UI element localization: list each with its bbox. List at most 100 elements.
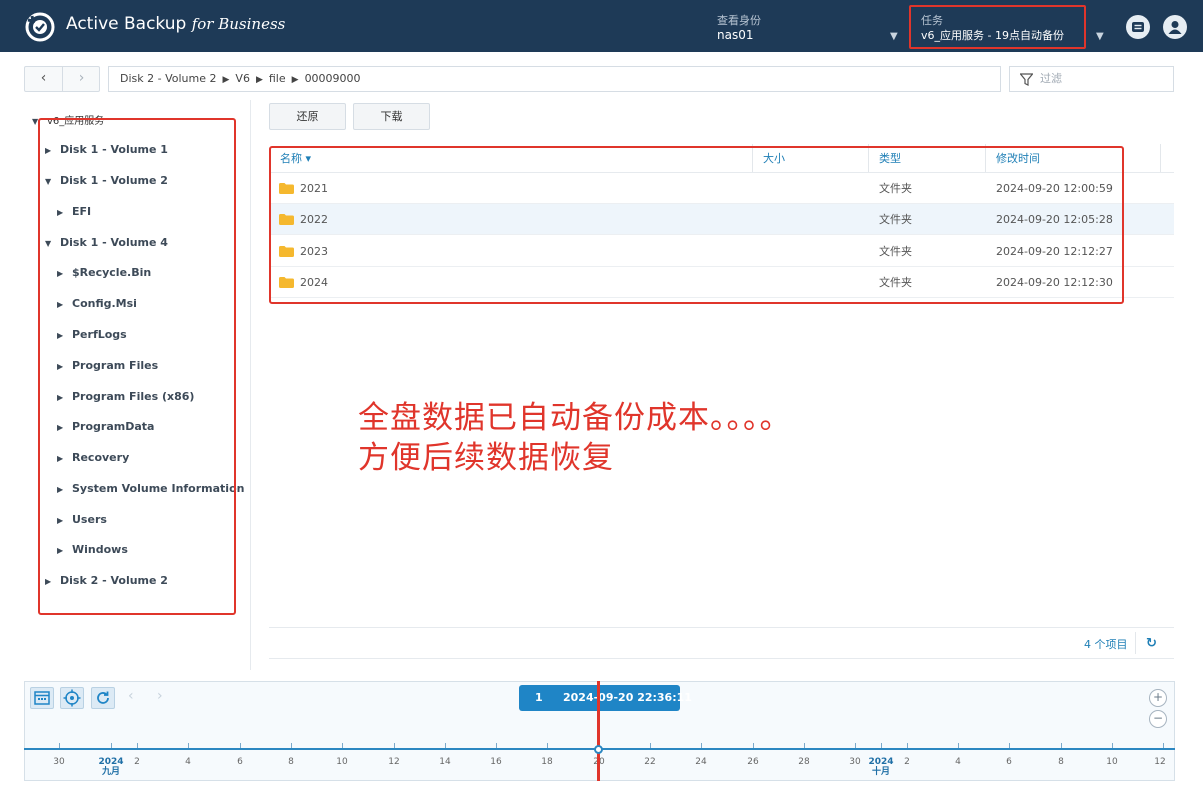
- timeline-tick-label: 24: [695, 757, 707, 767]
- forward-button[interactable]: ›: [63, 67, 100, 91]
- annotation-line-2: 方便后续数据恢复: [358, 440, 614, 476]
- breadcrumb-item[interactable]: V6: [235, 72, 250, 85]
- timeline-tick: [855, 743, 856, 748]
- refresh-list-icon[interactable]: ↻: [1146, 636, 1157, 651]
- history-nav: ‹ ›: [24, 66, 100, 92]
- refresh-icon: [97, 691, 109, 704]
- panel-bottom-divider: [269, 658, 1174, 659]
- locate-current-button[interactable]: [60, 687, 84, 709]
- download-button[interactable]: 下载: [353, 103, 430, 130]
- timeline-tick-label: 18: [541, 757, 553, 767]
- timeline-tick: [445, 743, 446, 748]
- panel-footer-divider: [269, 627, 1174, 628]
- timeline-tick-label: 4: [185, 757, 191, 767]
- user-menu-button[interactable]: [1163, 15, 1187, 39]
- timeline-tick-label: 8: [1058, 757, 1064, 767]
- task-value: v6_应用服务 - 19点自动备份: [921, 29, 1064, 42]
- breadcrumb-item[interactable]: file: [269, 72, 286, 85]
- timeline-tick-month: [881, 743, 882, 748]
- timeline-tick-label: 28: [798, 757, 810, 767]
- annotation-line-1: 全盘数据已自动备份成本。。。。: [358, 400, 792, 436]
- chevron-right-icon: ▶: [222, 75, 230, 85]
- timeline-tick: [291, 743, 292, 748]
- timeline-tick: [394, 743, 395, 748]
- column-divider: [1160, 144, 1161, 172]
- breadcrumb: Disk 2 - Volume 2 ▶ V6 ▶ file ▶ 00009000: [108, 66, 1001, 92]
- timeline-tick: [804, 743, 805, 748]
- version-datetime: 2024-09-20 22:36:11: [563, 691, 692, 704]
- timeline-cursor[interactable]: [597, 681, 600, 781]
- timeline-tick-month: [111, 743, 112, 748]
- timeline-tick-label: 26: [747, 757, 759, 767]
- user-icon: [1168, 21, 1182, 34]
- timeline-tick-label: 12: [1154, 757, 1166, 767]
- timeline-tick-label: 22: [644, 757, 656, 767]
- identity-dropdown-icon[interactable]: ▼: [890, 31, 898, 42]
- crosshair-icon: [63, 689, 81, 707]
- zoom-in-icon[interactable]: +: [1149, 689, 1167, 707]
- timeline-cursor-handle[interactable]: [594, 745, 603, 754]
- calendar-button[interactable]: [30, 687, 54, 709]
- timeline-prev-icon[interactable]: ‹: [128, 688, 134, 704]
- timeline-refresh-button[interactable]: [91, 687, 115, 709]
- timeline-tick-label: 8: [288, 757, 294, 767]
- timeline-tick: [753, 743, 754, 748]
- task-dropdown-icon[interactable]: ▼: [1096, 31, 1104, 42]
- timeline-tick-label: 14: [439, 757, 451, 767]
- version-number: 1: [535, 691, 543, 704]
- timeline-tick: [1061, 743, 1062, 748]
- timeline-tick-label: 4: [955, 757, 961, 767]
- filter-input[interactable]: 过滤: [1009, 66, 1174, 92]
- timeline-next-icon[interactable]: ›: [157, 688, 163, 704]
- timeline-tick: [240, 743, 241, 748]
- timeline-tick: [137, 743, 138, 748]
- timeline-tick-label: 30: [849, 757, 861, 767]
- breadcrumb-item[interactable]: Disk 2 - Volume 2: [120, 72, 217, 85]
- timeline-tick: [496, 743, 497, 748]
- task-label: 任务: [921, 14, 943, 27]
- active-backup-logo-icon: [25, 12, 55, 42]
- app-header: Active Backup for Business 查看身份 nas01 ▼ …: [0, 0, 1203, 52]
- message-icon: [1132, 22, 1144, 32]
- panel-divider: [250, 100, 251, 670]
- timeline-tick-label: 6: [1006, 757, 1012, 767]
- calendar-icon: [34, 691, 50, 705]
- timeline-tick-label: 10: [1106, 757, 1118, 767]
- timeline-tick: [1112, 743, 1113, 748]
- annotation-text: 全盘数据已自动备份成本。。。。 方便后续数据恢复: [358, 398, 792, 478]
- identity-label: 查看身份: [717, 14, 761, 27]
- zoom-out-icon[interactable]: −: [1149, 710, 1167, 728]
- timeline-tick-label: 30: [53, 757, 65, 767]
- timeline-month-marker: 2024 十月: [868, 757, 894, 777]
- timeline-tick: [701, 743, 702, 748]
- back-button[interactable]: ‹: [25, 67, 62, 91]
- identity-select[interactable]: nas01: [717, 28, 753, 42]
- chevron-right-icon: ▶: [255, 75, 263, 85]
- timeline-tick: [1009, 743, 1010, 748]
- timeline-tick-label: 6: [237, 757, 243, 767]
- timeline-tick: [907, 743, 908, 748]
- notification-button[interactable]: [1126, 15, 1150, 39]
- table-highlight-box: [269, 146, 1124, 304]
- breadcrumb-item[interactable]: 00009000: [305, 72, 361, 85]
- timeline-tick: [1163, 743, 1164, 748]
- footer-divider: [1135, 632, 1136, 654]
- app-title: Active Backup for Business: [66, 14, 286, 34]
- timeline-tick-label: 2: [134, 757, 140, 767]
- timeline-tick: [59, 743, 60, 748]
- item-count: 4 个项目: [1084, 638, 1128, 651]
- timeline-tick-label: 2: [904, 757, 910, 767]
- timeline-month-marker: 2024 九月: [98, 757, 124, 777]
- timeline-tick-label: 10: [336, 757, 348, 767]
- restore-button[interactable]: 还原: [269, 103, 346, 130]
- timeline-tick-label: 16: [490, 757, 502, 767]
- tree-highlight-box: [38, 118, 236, 615]
- timeline-tick: [650, 743, 651, 748]
- timeline-tick: [188, 743, 189, 748]
- filter-icon: [1020, 73, 1033, 86]
- timeline-tick-label: 12: [388, 757, 400, 767]
- timeline-tick: [547, 743, 548, 748]
- chevron-right-icon: ▶: [291, 75, 299, 85]
- timeline-tick: [342, 743, 343, 748]
- filter-placeholder: 过滤: [1040, 72, 1062, 85]
